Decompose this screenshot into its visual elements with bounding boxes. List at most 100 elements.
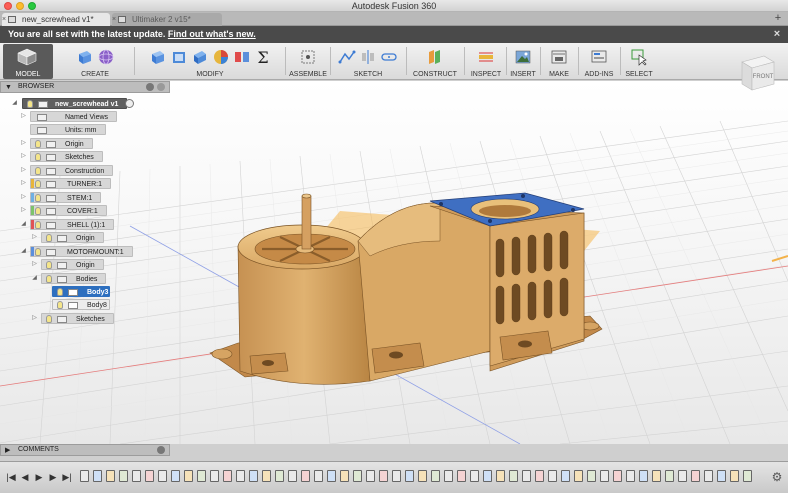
expand-icon[interactable]: ▷ <box>20 151 27 162</box>
add-comment-icon[interactable] <box>157 446 165 454</box>
timeline-feature[interactable] <box>743 470 752 482</box>
timeline-feature[interactable] <box>249 470 258 482</box>
timeline-feature[interactable] <box>366 470 375 482</box>
visibility-bulb-icon[interactable] <box>46 315 52 323</box>
fillet-icon[interactable] <box>170 48 188 66</box>
timeline-feature[interactable] <box>353 470 362 482</box>
timeline-feature[interactable] <box>340 470 349 482</box>
timeline-feature[interactable] <box>652 470 661 482</box>
timeline-feature[interactable] <box>119 470 128 482</box>
sigma-parameters-icon[interactable]: Σ <box>254 48 272 66</box>
close-tab-icon[interactable]: × <box>111 13 117 26</box>
visibility-bulb-icon[interactable] <box>27 100 33 108</box>
inspect-group[interactable]: INSPECT <box>466 43 506 79</box>
expand-icon[interactable]: ▶ <box>5 446 10 456</box>
timeline-feature[interactable] <box>496 470 505 482</box>
visibility-bulb-icon[interactable] <box>46 261 52 269</box>
expand-icon[interactable]: ▷ <box>20 192 27 203</box>
shell-icon[interactable] <box>191 48 209 66</box>
step-back-icon[interactable]: ◀ <box>20 471 30 483</box>
timeline-feature[interactable] <box>80 470 89 482</box>
viewcube[interactable]: FRONT <box>734 48 780 94</box>
model-canvas[interactable] <box>0 81 788 444</box>
timeline-feature[interactable] <box>275 470 284 482</box>
visibility-bulb-icon[interactable] <box>35 167 41 175</box>
visibility-bulb-icon[interactable] <box>57 288 63 296</box>
timeline-feature[interactable] <box>314 470 323 482</box>
appearance-icon[interactable] <box>212 48 230 66</box>
timeline-feature[interactable] <box>210 470 219 482</box>
close-icon[interactable]: × <box>772 26 782 43</box>
expand-icon[interactable]: ◢ <box>20 219 27 230</box>
timeline-feature[interactable] <box>613 470 622 482</box>
visibility-bulb-icon[interactable] <box>35 180 41 188</box>
timeline-feature[interactable] <box>132 470 141 482</box>
expand-icon[interactable]: ◢ <box>11 98 18 109</box>
expand-icon[interactable]: ▷ <box>20 178 27 189</box>
joint-icon[interactable] <box>299 48 317 66</box>
sketch-group[interactable]: SKETCH <box>333 43 403 79</box>
timeline-feature[interactable] <box>730 470 739 482</box>
play-icon[interactable]: ▶ <box>34 471 44 483</box>
timeline-feature[interactable] <box>288 470 297 482</box>
timeline-feature[interactable] <box>431 470 440 482</box>
timeline-feature[interactable] <box>587 470 596 482</box>
timeline-feature[interactable] <box>509 470 518 482</box>
create-group[interactable]: CREATE <box>60 43 130 79</box>
insert-image-icon[interactable] <box>514 48 532 66</box>
expand-icon[interactable]: ▷ <box>20 138 27 149</box>
expand-icon[interactable]: ▷ <box>20 111 27 122</box>
go-to-end-icon[interactable]: ▶| <box>62 471 72 483</box>
timeline-feature[interactable] <box>184 470 193 482</box>
timeline-feature[interactable] <box>574 470 583 482</box>
timeline-feature[interactable] <box>171 470 180 482</box>
timeline-feature[interactable] <box>535 470 544 482</box>
timeline-feature[interactable] <box>678 470 687 482</box>
expand-icon[interactable]: ◢ <box>20 246 27 257</box>
timeline-feature[interactable] <box>106 470 115 482</box>
measure-icon[interactable] <box>477 48 495 66</box>
browser-options-icon[interactable] <box>146 83 154 91</box>
select-cursor-icon[interactable] <box>630 48 648 66</box>
slot-icon[interactable] <box>380 48 398 66</box>
assemble-group[interactable]: ASSEMBLE <box>288 43 328 79</box>
timeline-feature[interactable] <box>483 470 492 482</box>
sketch-line-icon[interactable] <box>338 48 356 66</box>
visibility-bulb-icon[interactable] <box>57 301 63 309</box>
timeline-feature[interactable] <box>457 470 466 482</box>
timeline-feature[interactable] <box>236 470 245 482</box>
visibility-bulb-icon[interactable] <box>46 234 52 242</box>
visibility-bulb-icon[interactable] <box>35 140 41 148</box>
expand-icon[interactable]: ▷ <box>31 232 38 243</box>
timeline-feature[interactable] <box>262 470 271 482</box>
timeline-feature[interactable] <box>392 470 401 482</box>
expand-icon[interactable]: ▷ <box>20 165 27 176</box>
timeline-feature[interactable] <box>626 470 635 482</box>
expand-icon[interactable]: ▷ <box>31 313 38 324</box>
timeline-track[interactable] <box>80 470 764 484</box>
visibility-bulb-icon[interactable] <box>35 221 41 229</box>
timeline-feature[interactable] <box>548 470 557 482</box>
visibility-bulb-icon[interactable] <box>35 194 41 202</box>
split-face-icon[interactable] <box>233 48 251 66</box>
canvas-viewport[interactable]: ▼ BROWSER ◢ new_screwhead v1 ▷ Named View… <box>0 81 788 444</box>
timeline-feature[interactable] <box>665 470 674 482</box>
press-pull-icon[interactable] <box>149 48 167 66</box>
offset-plane-icon[interactable] <box>426 48 444 66</box>
comments-panel-header[interactable]: ▶ COMMENTS <box>0 444 170 456</box>
expand-icon[interactable]: ◢ <box>31 273 38 284</box>
visibility-bulb-icon[interactable] <box>35 207 41 215</box>
timeline-feature[interactable] <box>561 470 570 482</box>
expand-icon[interactable]: ▷ <box>31 259 38 270</box>
3d-print-icon[interactable] <box>550 48 568 66</box>
timeline-feature[interactable] <box>223 470 232 482</box>
whats-new-link[interactable]: Find out what's new. <box>168 29 256 39</box>
browser-pin-icon[interactable] <box>157 83 165 91</box>
new-tab-icon[interactable]: + <box>772 13 784 25</box>
make-group[interactable]: MAKE <box>542 43 576 79</box>
timeline-feature[interactable] <box>93 470 102 482</box>
timeline-feature[interactable] <box>145 470 154 482</box>
mirror-sketch-icon[interactable] <box>359 48 377 66</box>
insert-group[interactable]: INSERT <box>508 43 538 79</box>
timeline-feature[interactable] <box>197 470 206 482</box>
